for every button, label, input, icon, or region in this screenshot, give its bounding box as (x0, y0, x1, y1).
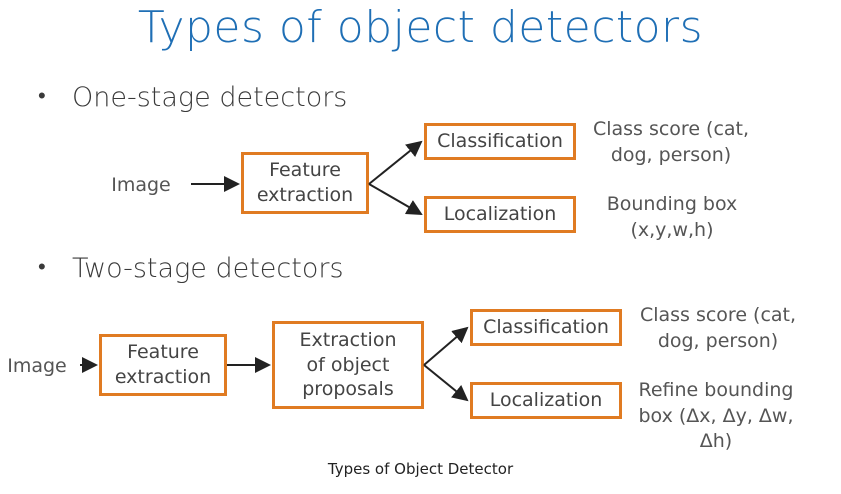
arrow-proposals-to-localization (423, 364, 469, 402)
arrow-proposals-to-classification (423, 326, 469, 366)
figure-caption: Types of Object Detector (327, 460, 514, 478)
arrow-feature-to-classification (368, 140, 423, 185)
arrow-feature-to-localization (368, 183, 423, 215)
arrows-layer (80, 140, 469, 402)
